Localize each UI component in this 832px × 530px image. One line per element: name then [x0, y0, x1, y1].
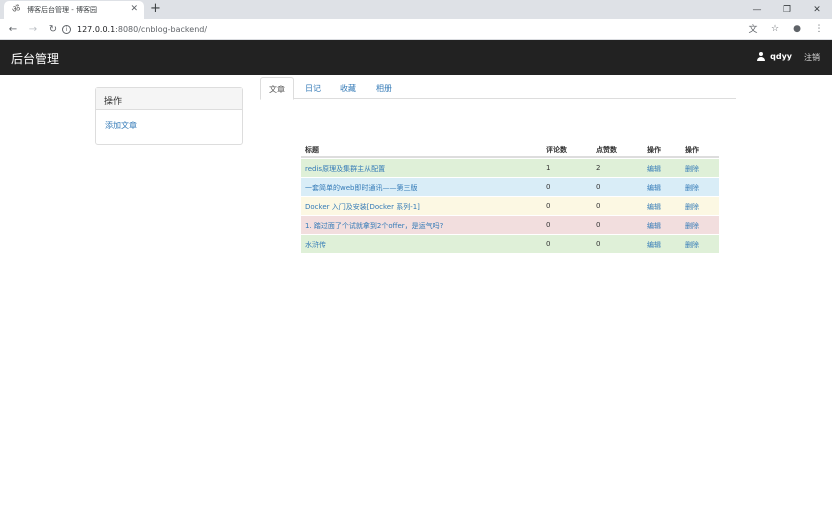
table-row: 水浒传 0 0 编辑 删除 — [301, 234, 719, 253]
tab-close-icon[interactable]: ✕ — [130, 4, 138, 14]
comment-count: 0 — [546, 183, 551, 191]
site-info-icon[interactable]: i — [62, 25, 71, 34]
comment-count: 0 — [546, 240, 551, 248]
logout-link[interactable]: 注销 — [804, 52, 820, 63]
article-title-link[interactable]: 1. 踏过面了个试就拿到2个offer，是运气吗? — [305, 221, 443, 231]
content-tabs: 文章 日记 收藏 相册 — [260, 77, 736, 100]
delete-link[interactable]: 删除 — [685, 240, 699, 250]
edit-link[interactable]: 编辑 — [647, 240, 661, 250]
browser-tab-title: 博客后台管理 - 博客园 — [27, 6, 97, 14]
url-input[interactable]: i 127.0.0.1:8080/cnblog-backend/ — [62, 21, 742, 38]
tab-articles[interactable]: 文章 — [260, 77, 294, 100]
article-title-link[interactable]: redis原理及集群主从配置 — [305, 164, 385, 174]
tab-favorites[interactable]: 收藏 — [333, 77, 363, 99]
delete-link[interactable]: 删除 — [685, 221, 699, 231]
comment-count: 1 — [546, 164, 551, 172]
edit-link[interactable]: 编辑 — [647, 221, 661, 231]
article-title-link[interactable]: 水浒传 — [305, 240, 326, 250]
user-icon — [757, 52, 766, 61]
user-menu[interactable]: qdyy — [757, 52, 792, 61]
panel-body: 添加文章 — [96, 110, 242, 141]
address-bar: ← → ↻ i 127.0.0.1:8080/cnblog-backend/ 文… — [0, 19, 832, 40]
window-close-icon[interactable]: ✕ — [802, 0, 832, 19]
browser-tab[interactable]: ॐ 博客后台管理 - 博客园 ✕ — [4, 1, 144, 19]
table-row: 一套简单的web即时通讯——第三版 0 0 编辑 删除 — [301, 177, 719, 196]
table-header: 标题 评论数 点赞数 操作 操作 — [301, 140, 719, 158]
panel-heading: 操作 — [96, 88, 242, 110]
delete-link[interactable]: 删除 — [685, 202, 699, 212]
restore-icon[interactable]: ❐ — [772, 0, 802, 19]
edit-link[interactable]: 编辑 — [647, 202, 661, 212]
header-comments: 评论数 — [546, 146, 567, 154]
like-count: 0 — [596, 240, 601, 248]
profile-icon[interactable]: ● — [790, 24, 804, 34]
like-count: 0 — [596, 202, 601, 210]
tab-diary[interactable]: 日记 — [298, 77, 328, 99]
username-label: qdyy — [770, 52, 792, 61]
header-likes: 点赞数 — [596, 146, 617, 154]
reload-icon[interactable]: ↻ — [43, 24, 63, 35]
bookmark-star-icon[interactable]: ☆ — [768, 24, 782, 34]
address-bar-actions: 文 ☆ ● ⋮ — [746, 22, 826, 36]
article-title-link[interactable]: 一套简单的web即时通讯——第三版 — [305, 183, 417, 193]
table-row: Docker 入门及安装[Docker 系列-1] 0 0 编辑 删除 — [301, 196, 719, 215]
header-action: 操作 — [647, 146, 661, 154]
minimize-icon[interactable]: — — [742, 0, 772, 19]
delete-link[interactable]: 删除 — [685, 164, 699, 174]
header-action: 操作 — [685, 146, 699, 154]
add-article-link[interactable]: 添加文章 — [105, 121, 137, 130]
new-tab-icon[interactable]: + — [150, 1, 161, 17]
like-count: 0 — [596, 183, 601, 191]
articles-table: 标题 评论数 点赞数 操作 操作 redis原理及集群主从配置 1 2 编辑 删… — [301, 140, 719, 253]
edit-link[interactable]: 编辑 — [647, 164, 661, 174]
window-controls: — ❐ ✕ — [742, 0, 832, 19]
back-icon[interactable]: ← — [3, 24, 23, 35]
browser-tabstrip: ॐ 博客后台管理 - 博客园 ✕ + — ❐ ✕ — [0, 0, 832, 19]
actions-panel: 操作 添加文章 — [95, 87, 243, 145]
table-row: redis原理及集群主从配置 1 2 编辑 删除 — [301, 158, 719, 177]
comment-count: 0 — [546, 202, 551, 210]
navbar: 后台管理 qdyy 注销 — [0, 40, 832, 75]
url-path: :8080/cnblog-backend/ — [115, 25, 208, 34]
like-count: 0 — [596, 221, 601, 229]
navbar-brand[interactable]: 后台管理 — [11, 50, 59, 67]
comment-count: 0 — [546, 221, 551, 229]
like-count: 2 — [596, 164, 601, 172]
edit-link[interactable]: 编辑 — [647, 183, 661, 193]
tab-albums[interactable]: 相册 — [369, 77, 399, 99]
forward-icon[interactable]: → — [23, 24, 43, 35]
header-title: 标题 — [305, 146, 319, 154]
menu-kebab-icon[interactable]: ⋮ — [812, 24, 826, 34]
translate-icon[interactable]: 文 — [746, 22, 760, 35]
cnblogs-favicon-icon: ॐ — [12, 5, 21, 15]
article-title-link[interactable]: Docker 入门及安装[Docker 系列-1] — [305, 202, 420, 212]
delete-link[interactable]: 删除 — [685, 183, 699, 193]
url-host: 127.0.0.1 — [77, 25, 116, 34]
table-row: 1. 踏过面了个试就拿到2个offer，是运气吗? 0 0 编辑 删除 — [301, 215, 719, 234]
